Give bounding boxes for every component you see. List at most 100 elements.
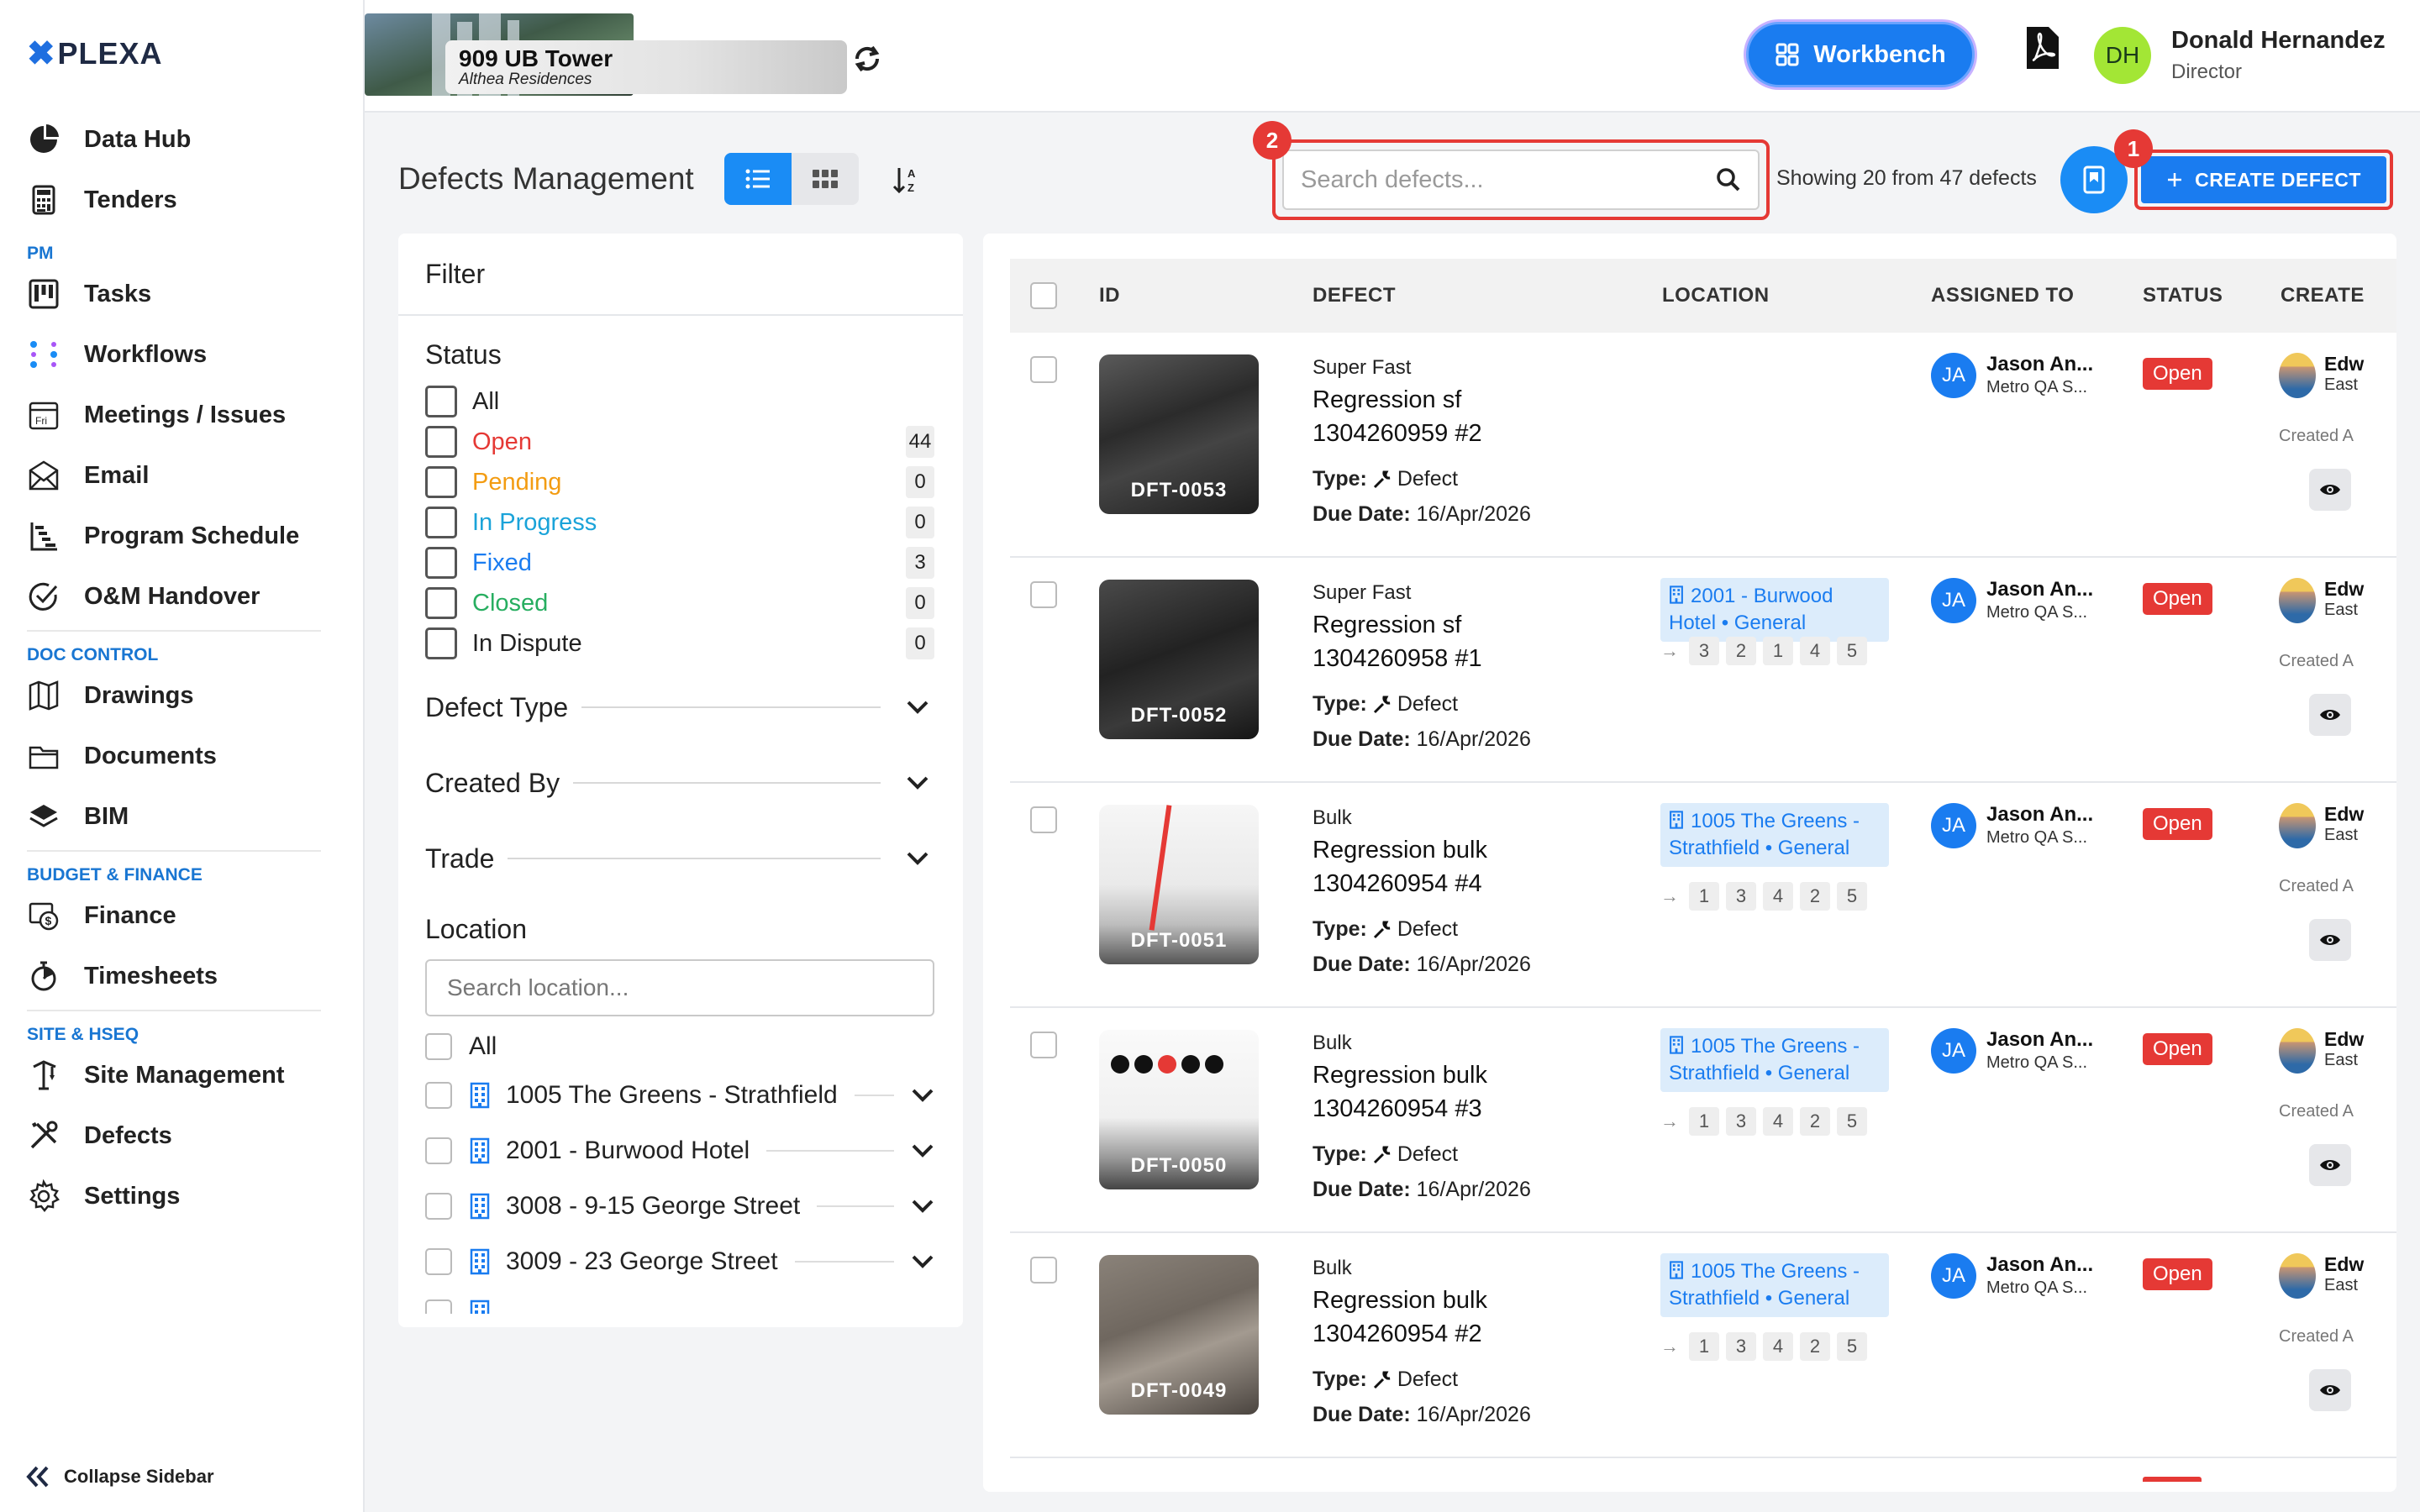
location-checkbox[interactable] <box>425 1033 452 1060</box>
assignee[interactable]: JA Jason An... Metro QA S... <box>1931 353 2093 398</box>
user-name[interactable]: Donald Hernandez <box>2171 27 2386 55</box>
path-step[interactable]: 1 <box>1689 1332 1719 1361</box>
defect-thumbnail[interactable]: DFT-0052 <box>1099 580 1259 739</box>
sidebar-item-drawings[interactable]: Drawings <box>0 665 365 726</box>
location-option-all[interactable]: All <box>425 1026 934 1067</box>
path-step[interactable]: 2 <box>1726 637 1756 665</box>
chevron-down-icon[interactable] <box>901 690 934 724</box>
path-step[interactable]: 5 <box>1837 1107 1867 1136</box>
defect-thumbnail[interactable]: DFT-0049 <box>1099 1255 1259 1415</box>
defect-thumbnail[interactable]: DFT-0053 <box>1099 354 1259 514</box>
assignee[interactable]: JA Jason An... Metro QA S... <box>1931 578 2093 623</box>
accordion-created-by[interactable]: Created By <box>425 758 934 808</box>
location-chip[interactable]: 2001 - Burwood Hotel • General <box>1660 578 1889 642</box>
sidebar-item-bim[interactable]: BIM <box>0 786 365 847</box>
path-step[interactable]: 2 <box>1800 882 1830 911</box>
project-selector[interactable]: 909 UB Tower Althea Residences <box>445 40 847 94</box>
creator[interactable]: Edw East <box>2279 353 2364 398</box>
pdf-icon[interactable] <box>2023 25 2060 71</box>
path-step[interactable]: 2 <box>1800 1107 1830 1136</box>
location-chip[interactable]: 1005 The Greens - Strathfield • General <box>1660 803 1889 867</box>
creator[interactable]: Edw East <box>2279 1253 2364 1299</box>
status-checkbox[interactable] <box>425 587 457 619</box>
status-checkbox[interactable] <box>425 426 457 458</box>
chevron-down-icon[interactable] <box>901 766 934 800</box>
status-option-open[interactable]: Open 44 <box>425 422 934 462</box>
path-step[interactable]: 2 <box>1800 1332 1830 1361</box>
view-button[interactable] <box>2309 1369 2351 1411</box>
defect-name[interactable]: Regression bulk 1304260954 #2 <box>1313 1284 1531 1351</box>
path-step[interactable]: 1 <box>1689 1107 1719 1136</box>
sidebar-item-tasks[interactable]: Tasks <box>0 264 365 324</box>
list-view-button[interactable] <box>724 153 792 205</box>
status-option-in-progress[interactable]: In Progress 0 <box>425 502 934 543</box>
sidebar-item-workflows[interactable]: Workflows <box>0 324 365 385</box>
accordion-trade[interactable]: Trade <box>425 833 934 884</box>
accordion-defect-type[interactable]: Defect Type <box>425 682 934 732</box>
status-checkbox[interactable] <box>425 466 457 498</box>
status-checkbox[interactable] <box>425 386 457 417</box>
status-option-closed[interactable]: Closed 0 <box>425 583 934 623</box>
path-step[interactable]: 3 <box>1726 882 1756 911</box>
brand-logo[interactable]: ✖ PLEXA <box>27 35 163 72</box>
location-checkbox[interactable] <box>425 1299 452 1314</box>
chevron-down-icon[interactable] <box>911 1254 934 1269</box>
location-chip[interactable]: 1005 The Greens - Strathfield • General <box>1660 1028 1889 1092</box>
sidebar-item-meetings-issues[interactable]: Fri Meetings / Issues <box>0 385 365 445</box>
path-step[interactable]: 1 <box>1763 637 1793 665</box>
row-checkbox[interactable] <box>1030 1032 1057 1058</box>
defect-thumbnail[interactable]: DFT-0051 <box>1099 805 1259 964</box>
defect-thumbnail[interactable]: DFT-0050 <box>1099 1030 1259 1189</box>
assignee[interactable]: JA Jason An... Metro QA S... <box>1931 1253 2093 1299</box>
view-button[interactable] <box>2309 1144 2351 1186</box>
view-button[interactable] <box>2309 694 2351 736</box>
path-step[interactable]: 5 <box>1837 1332 1867 1361</box>
path-step[interactable]: 4 <box>1763 1107 1793 1136</box>
select-all-checkbox[interactable] <box>1030 282 1057 309</box>
sidebar-item-tenders[interactable]: Tenders <box>0 170 365 230</box>
sidebar-item-email[interactable]: Email <box>0 445 365 506</box>
workbench-button[interactable]: Workbench <box>1746 22 1975 87</box>
sort-az-icon[interactable]: A Z <box>891 163 924 197</box>
search-input[interactable] <box>1301 165 1716 194</box>
table-row[interactable]: DFT-0049 Bulk Regression bulk 1304260954 #… <box>1010 1233 2396 1458</box>
sidebar-item-o-m-handover[interactable]: O&M Handover <box>0 566 365 627</box>
chevron-down-icon[interactable] <box>901 842 934 875</box>
grid-view-button[interactable] <box>792 153 859 205</box>
sidebar-item-finance[interactable]: $ Finance <box>0 885 365 946</box>
status-option-pending[interactable]: Pending 0 <box>425 462 934 502</box>
status-checkbox[interactable] <box>425 547 457 579</box>
location-checkbox[interactable] <box>425 1082 452 1109</box>
row-checkbox[interactable] <box>1030 806 1057 833</box>
user-avatar[interactable]: DH <box>2094 27 2151 84</box>
creator[interactable]: Edw East <box>2279 578 2364 623</box>
column-header-id[interactable]: ID <box>1099 284 1120 307</box>
view-button[interactable] <box>2309 919 2351 961</box>
defect-name[interactable]: Regression bulk 1304260954 #4 <box>1313 833 1531 900</box>
path-step[interactable]: 3 <box>1726 1107 1756 1136</box>
assignee[interactable]: JA Jason An... Metro QA S... <box>1931 1028 2093 1074</box>
defect-name[interactable]: Regression bulk 1304260954 #3 <box>1313 1058 1531 1126</box>
column-header-defect[interactable]: DEFECT <box>1313 284 1396 307</box>
location-option[interactable]: 3009 - 23 George Street <box>425 1242 934 1282</box>
row-checkbox[interactable] <box>1030 1257 1057 1284</box>
location-chip[interactable]: 1005 The Greens - Strathfield • General <box>1660 1253 1889 1317</box>
sidebar-item-site-management[interactable]: Site Management <box>0 1045 365 1105</box>
column-header-create[interactable]: CREATE <box>2281 284 2365 307</box>
location-option-partial[interactable] <box>425 1297 934 1314</box>
row-checkbox[interactable] <box>1030 581 1057 608</box>
creator[interactable]: Edw East <box>2279 1028 2364 1074</box>
row-checkbox[interactable] <box>1030 356 1057 383</box>
view-button[interactable] <box>2309 469 2351 511</box>
table-row[interactable]: DFT-0050 Bulk Regression bulk 1304260954 #… <box>1010 1008 2396 1233</box>
chevron-down-icon[interactable] <box>911 1199 934 1214</box>
location-checkbox[interactable] <box>425 1193 452 1220</box>
status-checkbox[interactable] <box>425 507 457 538</box>
sidebar-item-program-schedule[interactable]: Program Schedule <box>0 506 365 566</box>
location-checkbox[interactable] <box>425 1137 452 1164</box>
column-header-location[interactable]: LOCATION <box>1662 284 1770 307</box>
column-header-status[interactable]: STATUS <box>2143 284 2223 307</box>
path-step[interactable]: 5 <box>1837 637 1867 665</box>
table-row[interactable]: DFT-0053 Super Fast Regression sf 13042609… <box>1010 333 2396 558</box>
sync-icon[interactable] <box>850 42 884 76</box>
